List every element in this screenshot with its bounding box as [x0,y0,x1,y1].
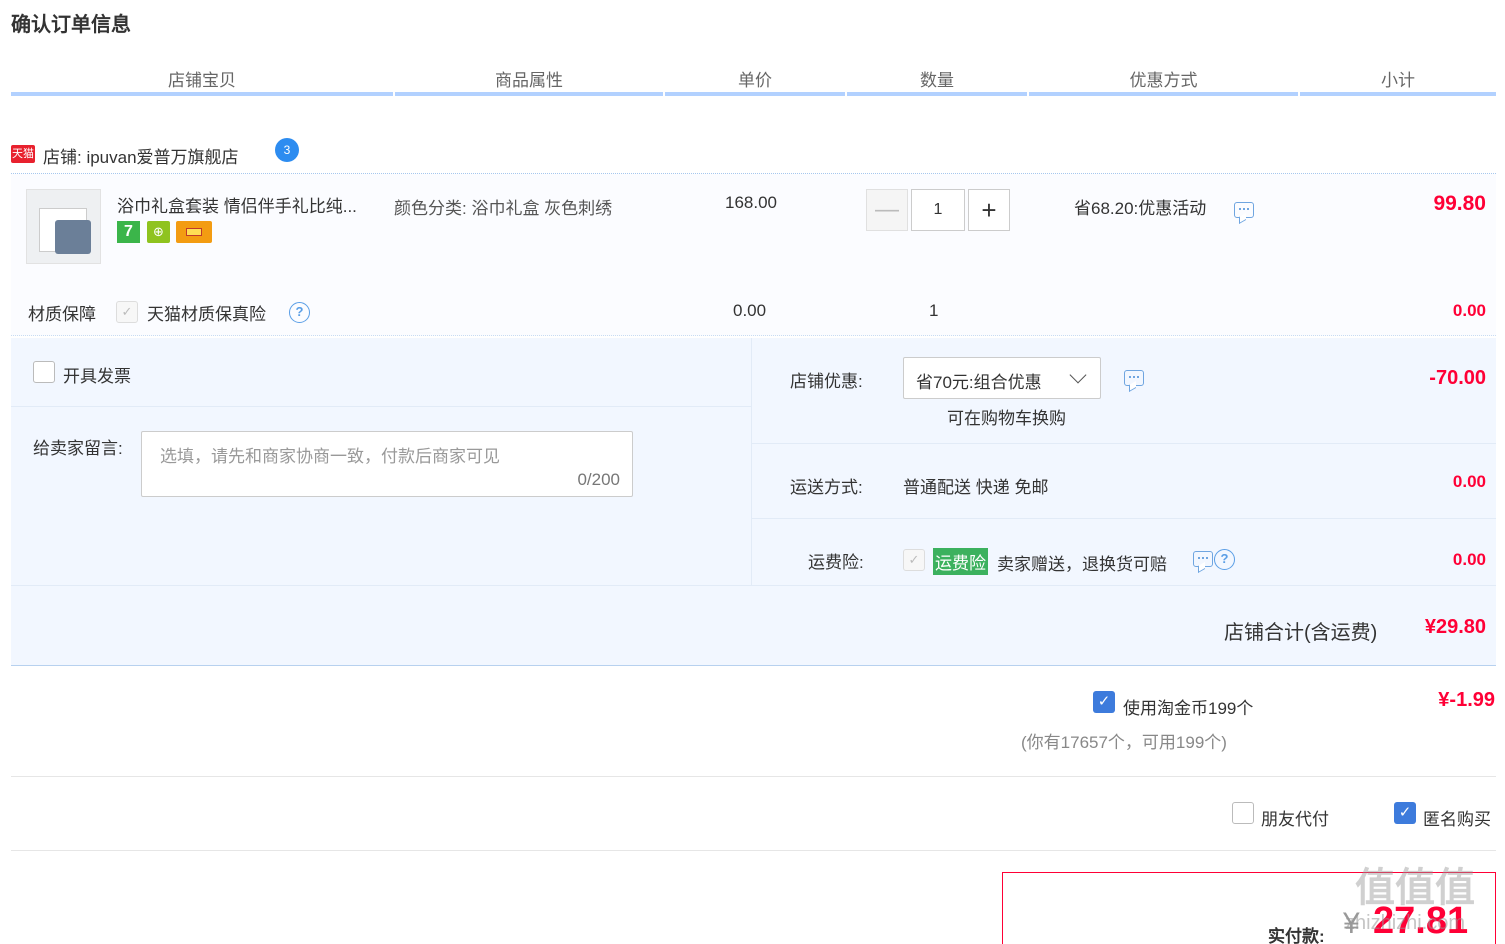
column-underline [1300,92,1496,96]
divider [752,443,1496,444]
quantity-decrease-button[interactable]: — [866,189,908,231]
divider [11,585,1496,586]
column-header-discount: 优惠方式 [1129,71,1198,90]
friend-pay-checkbox[interactable] [1232,802,1254,824]
coins-detail: (你有17657个，可用199个) [1021,733,1227,752]
column-underline [1029,92,1298,96]
message-char-count: 0/200 [577,470,620,489]
payment-label: 实付款: [1268,927,1325,944]
question-icon[interactable]: ? [1214,549,1235,570]
quantity-increase-button[interactable]: + [968,189,1010,231]
anonymous-checkbox[interactable]: ✓ [1394,802,1416,824]
shop-discount-amount: -70.00 [1429,367,1486,389]
insurance-label: 材质保障 [28,305,96,324]
divider [11,850,1496,851]
column-underline [395,92,663,96]
towel-image [55,220,91,254]
question-icon[interactable]: ? [289,302,310,323]
divider [11,406,751,407]
column-header-quantity: 数量 [920,71,954,90]
message-label: 给卖家留言: [33,439,123,458]
service-guarantee-icon: ⊕ [147,221,170,243]
divider [752,518,1496,519]
return-insurance-label: 运费险: [808,553,864,572]
shipping-label: 运送方式: [790,478,863,497]
credit-card-icon [176,221,212,243]
column-header-shop-item: 店铺宝贝 [168,71,236,90]
column-underline [11,92,393,96]
watermark-site: zhizhizhi.com [1345,912,1466,934]
discount-info-chat-icon[interactable] [1234,202,1254,218]
chevron-down-icon [1069,366,1087,384]
return-insurance-badge: 运费险 [933,548,988,575]
coins-label[interactable]: 使用淘金币199个 [1123,694,1253,719]
column-header-attributes: 商品属性 [495,71,563,90]
column-header-subtotal: 小计 [1381,71,1415,90]
column-underline [847,92,1027,96]
item-discount: 省68.20:优惠活动 [1074,199,1207,218]
order-item: 浴巾礼盒套装 情侣伴手礼比纯... 7 ⊕ 颜色分类: 浴巾礼盒 灰色刺绣 16… [11,174,1496,336]
shop-row: 天猫 店铺: ipuvan爱普万旗舰店 3 [11,138,1496,174]
wangwang-chat-icon[interactable]: 3 [275,138,299,162]
shop-name-link[interactable]: 店铺: ipuvan爱普万旗舰店 [43,143,239,168]
shop-discount-select[interactable]: 省70元:组合优惠 [903,357,1101,399]
shop-discount-chat-icon[interactable] [1124,370,1144,386]
tmall-logo-icon: 天猫 [11,145,35,163]
invoice-checkbox[interactable] [33,361,55,383]
return-insurance-checkbox: ✓ [903,549,925,571]
anonymous-label[interactable]: 匿名购买 [1423,805,1491,830]
quantity-input[interactable]: 1 [911,189,965,231]
insurance-subtotal: 0.00 [1452,301,1486,320]
friend-pay-label[interactable]: 朋友代付 [1261,805,1329,830]
shop-total-label: 店铺合计(含运费) [1224,622,1378,644]
product-name-link[interactable]: 浴巾礼盒套装 情侣伴手礼比纯... [117,192,357,217]
page-title: 确认订单信息 [11,14,131,36]
shipping-amount: 0.00 [1452,472,1486,491]
shop-discount-selected: 省70元:组合优惠 [916,373,1042,392]
message-placeholder: 选填，请先和商家协商一致，付款后商家可见 [160,447,500,466]
item-subtotal: 99.80 [1433,192,1486,215]
product-thumbnail[interactable] [26,189,101,264]
coins-amount: ¥-1.99 [1438,689,1495,711]
return-insurance-amount: 0.00 [1452,550,1486,569]
insurance-quantity: 1 [929,301,939,320]
shop-discount-label: 店铺优惠: [790,372,863,391]
seller-message-textarea[interactable]: 选填，请先和商家协商一致，付款后商家可见 0/200 [141,431,633,497]
insurance-name: 天猫材质保真险 [147,305,266,324]
unit-price: 168.00 [725,193,777,212]
watermark-logo: 值值值 [1355,866,1475,910]
invoice-label[interactable]: 开具发票 [63,362,131,387]
shop-discount-hint: 可在购物车换购 [947,409,1066,428]
seven-day-return-icon: 7 [117,221,140,243]
column-underline [665,92,845,96]
column-header-unit-price: 单价 [738,71,772,90]
order-options-panel: 开具发票 给卖家留言: 选填，请先和商家协商一致，付款后商家可见 0/200 店… [11,338,1496,666]
divider [11,776,1496,777]
shipping-method: 普通配送 快递 免邮 [903,478,1049,497]
panel-divider [751,338,752,585]
return-insurance-chat-icon[interactable] [1193,551,1213,567]
insurance-price: 0.00 [733,301,767,320]
coins-checkbox[interactable]: ✓ [1093,691,1115,713]
shop-total-amount: ¥29.80 [1424,616,1486,638]
return-insurance-desc: 卖家赠送，退换货可赔 [997,555,1167,574]
insurance-checkbox: ✓ [116,301,138,323]
product-attribute: 颜色分类: 浴巾礼盒 灰色刺绣 [394,199,613,218]
